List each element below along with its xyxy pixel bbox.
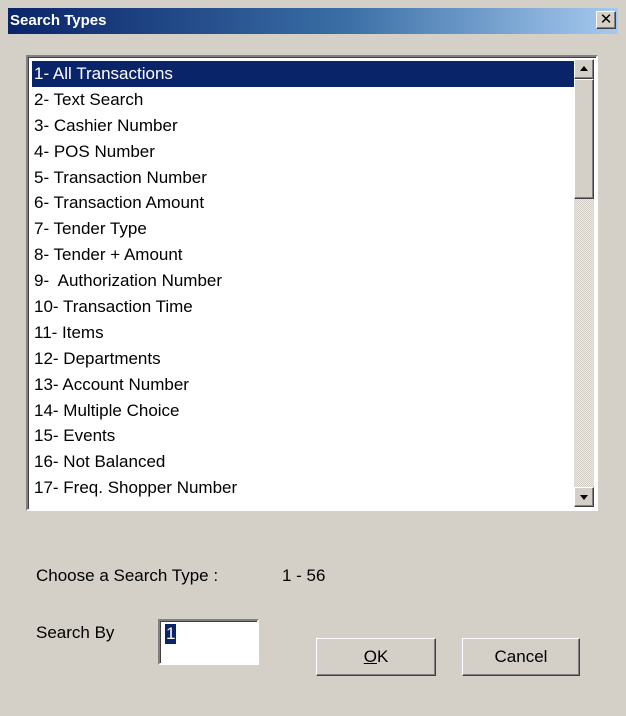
ok-button[interactable]: OK xyxy=(316,638,436,676)
list-item[interactable]: 6- Transaction Amount xyxy=(32,190,574,216)
close-button[interactable]: ✕ xyxy=(596,11,616,29)
list-item[interactable]: 11- Items xyxy=(32,320,574,346)
scroll-down-button[interactable] xyxy=(574,487,594,507)
list-item[interactable]: 9- Authorization Number xyxy=(32,268,574,294)
list-item[interactable]: 5- Transaction Number xyxy=(32,165,574,191)
arrow-up-icon xyxy=(580,66,588,71)
list-item[interactable]: 3- Cashier Number xyxy=(32,113,574,139)
close-icon: ✕ xyxy=(599,10,613,28)
list-item[interactable]: 4- POS Number xyxy=(32,139,574,165)
search-by-input[interactable]: 1 xyxy=(158,619,259,665)
list-items: 1- All Transactions 2- Text Search 3- Cash… xyxy=(32,61,574,507)
search-types-dialog: Search Types ✕ 1- All Transactions 2- Tex… xyxy=(0,0,626,716)
list-item[interactable]: 15- Events xyxy=(32,423,574,449)
list-item[interactable]: 17- Freq. Shopper Number xyxy=(32,475,574,501)
search-by-value: 1 xyxy=(165,624,177,644)
ok-label-rest: K xyxy=(376,647,389,666)
arrow-down-icon xyxy=(580,495,588,500)
vertical-scrollbar[interactable] xyxy=(574,59,594,507)
search-type-range: 1 - 56 xyxy=(282,566,326,585)
list-item[interactable]: 10- Transaction Time xyxy=(32,294,574,320)
list-item[interactable]: 12- Departments xyxy=(32,346,574,372)
search-by-label: Search By xyxy=(36,623,115,642)
list-item[interactable]: 14- Multiple Choice xyxy=(32,398,574,424)
title-bar: Search Types ✕ xyxy=(8,8,618,34)
ok-accelerator: O xyxy=(363,647,377,666)
choose-search-type-label: Choose a Search Type : xyxy=(36,566,219,585)
cancel-button[interactable]: Cancel xyxy=(462,638,580,676)
window-title: Search Types xyxy=(10,12,107,29)
list-item[interactable]: 1- All Transactions xyxy=(32,61,574,87)
scroll-up-button[interactable] xyxy=(574,59,594,79)
list-item[interactable]: 8- Tender + Amount xyxy=(32,242,574,268)
list-item[interactable]: 2- Text Search xyxy=(32,87,574,113)
scroll-thumb[interactable] xyxy=(574,79,594,199)
list-item[interactable]: 13- Account Number xyxy=(32,372,574,398)
list-item[interactable]: 16- Not Balanced xyxy=(32,449,574,475)
list-item[interactable]: 7- Tender Type xyxy=(32,216,574,242)
search-type-listbox[interactable]: 1- All Transactions 2- Text Search 3- Cash… xyxy=(26,55,598,511)
